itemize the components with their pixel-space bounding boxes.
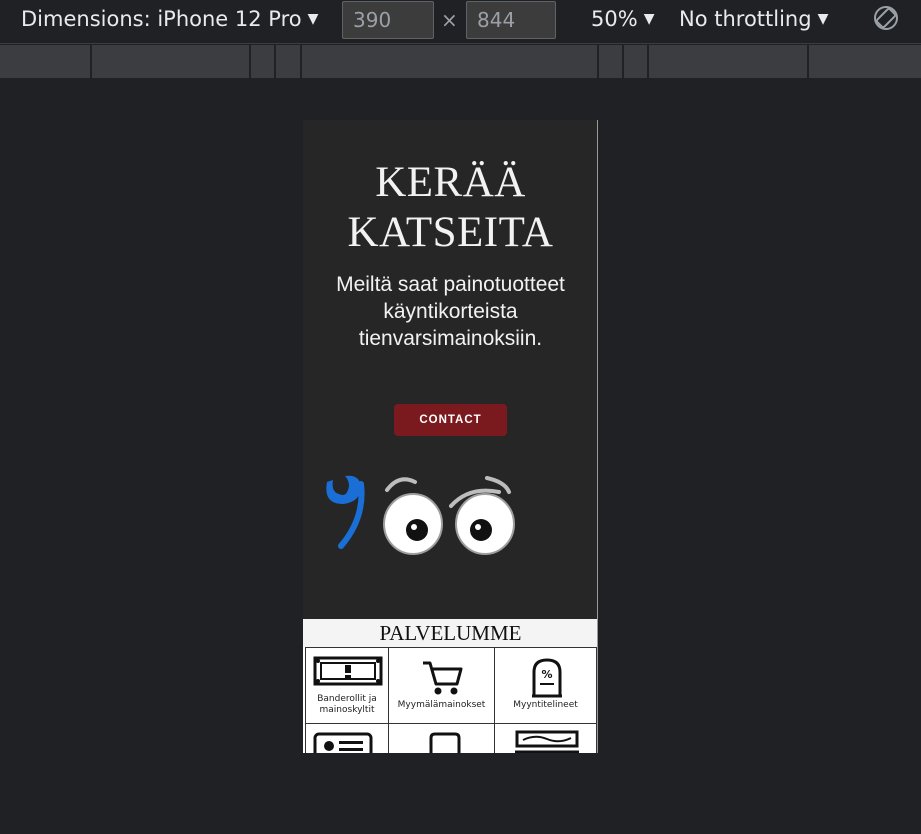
services-title: PALVELUMME bbox=[303, 619, 597, 647]
hero-title-line2: KATSEITA bbox=[347, 209, 554, 256]
chevron-down-icon: ▼ bbox=[643, 11, 655, 27]
rotate-icon[interactable] bbox=[872, 4, 900, 32]
service-label: Banderollit ja mainoskyltit bbox=[317, 694, 377, 715]
business-card-icon bbox=[313, 732, 373, 753]
media-query-segment[interactable] bbox=[649, 45, 809, 78]
eyes-logo bbox=[326, 475, 515, 555]
hero-title: KERÄÄ KATSEITA bbox=[303, 158, 597, 258]
device-viewport: KERÄÄ KATSEITA Meiltä saat painotuotteet… bbox=[303, 120, 598, 753]
service-tile-brochures[interactable] bbox=[388, 723, 495, 753]
media-query-segment[interactable] bbox=[251, 45, 276, 78]
service-label: Myyntitelineet bbox=[513, 700, 578, 710]
height-input[interactable]: 844 bbox=[466, 1, 556, 39]
services-section: PALVELUMME Banderollit ja mainoskyltit M… bbox=[303, 619, 597, 753]
logo-nine-mark bbox=[326, 475, 361, 504]
services-grid: Banderollit ja mainoskyltit Myymälämaino… bbox=[303, 647, 597, 753]
zoom-label: 50% bbox=[591, 7, 638, 31]
device-dimensions-dropdown[interactable]: Dimensions: iPhone 12 Pro ▼ bbox=[21, 6, 318, 35]
service-label: Myymälämainokset bbox=[397, 700, 486, 710]
media-query-segment[interactable] bbox=[809, 45, 921, 78]
service-tile-banners[interactable]: Banderollit ja mainoskyltit bbox=[305, 647, 389, 724]
media-query-segment[interactable] bbox=[302, 45, 599, 78]
device-dimensions-label: Dimensions: iPhone 12 Pro bbox=[21, 7, 302, 31]
device-toolbar: Dimensions: iPhone 12 Pro ▼ 390 × 844 50%… bbox=[0, 0, 921, 44]
service-tile-store-ads[interactable]: Myymälämainokset bbox=[388, 647, 495, 724]
service-tile-sales-stands[interactable]: % Myyntitelineet bbox=[494, 647, 597, 724]
media-query-segment[interactable] bbox=[92, 45, 251, 78]
zoom-dropdown[interactable]: 50% ▼ bbox=[591, 6, 654, 35]
chevron-down-icon: ▼ bbox=[307, 11, 319, 27]
billboard-icon bbox=[515, 730, 579, 753]
media-query-segment[interactable] bbox=[624, 45, 649, 78]
hero-subtitle: Meiltä saat painotuotteet käyntikorteist… bbox=[336, 273, 565, 350]
times-icon: × bbox=[441, 8, 458, 32]
width-input[interactable]: 390 bbox=[342, 1, 434, 39]
brochure-icon bbox=[429, 732, 461, 753]
media-query-segment[interactable] bbox=[0, 45, 92, 78]
svg-text:%: % bbox=[541, 668, 552, 681]
media-query-segment[interactable] bbox=[599, 45, 624, 78]
throttling-label: No throttling bbox=[679, 7, 812, 31]
service-tile-billboards[interactable] bbox=[494, 723, 597, 753]
service-tile-business-cards[interactable] bbox=[305, 723, 389, 753]
media-query-segment[interactable] bbox=[276, 45, 302, 78]
throttling-dropdown[interactable]: No throttling ▼ bbox=[679, 6, 828, 35]
chevron-down-icon: ▼ bbox=[817, 11, 829, 27]
contact-button[interactable]: CONTACT bbox=[394, 404, 507, 436]
sales-stand-icon: % bbox=[532, 658, 562, 698]
media-query-bar[interactable] bbox=[0, 45, 921, 78]
shopping-cart-icon bbox=[423, 661, 463, 695]
hero-title-line1: KERÄÄ bbox=[375, 159, 526, 206]
banner-icon bbox=[313, 656, 383, 686]
